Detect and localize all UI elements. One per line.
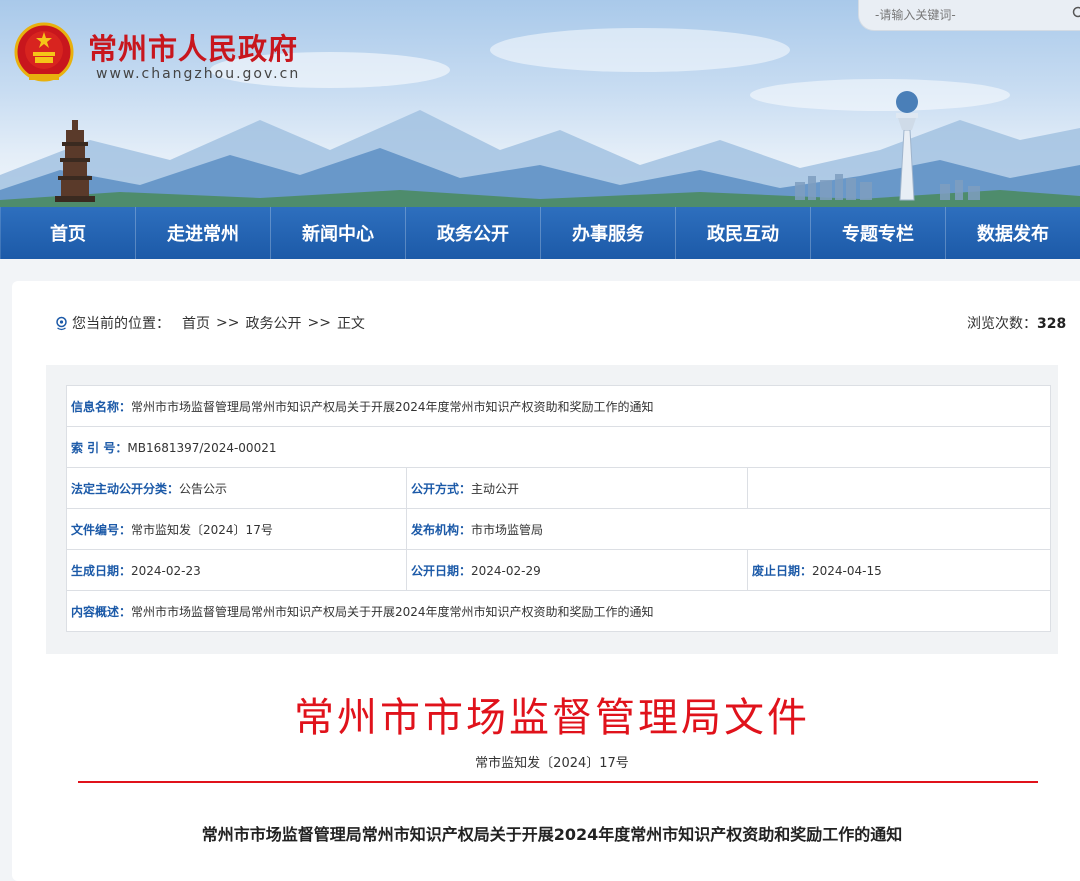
breadcrumb-current: 正文 <box>337 313 365 333</box>
table-row: 内容概述：常州市市场监督管理局常州市知识产权局关于开展2024年度常州市知识产权… <box>67 591 1051 632</box>
info-empty-cell <box>748 468 1051 509</box>
nav-item-gov-affairs[interactable]: 政务公开 <box>405 207 540 259</box>
info-panel: 信息名称：常州市市场监督管理局常州市知识产权局关于开展2024年度常州市知识产权… <box>46 365 1058 654</box>
info-name-value: 常州市市场监督管理局常州市知识产权局关于开展2024年度常州市知识产权资助和奖励… <box>131 400 654 414</box>
view-count-value: 328 <box>1037 316 1066 332</box>
info-summary-cell: 内容概述：常州市市场监督管理局常州市知识产权局关于开展2024年度常州市知识产权… <box>67 591 1051 632</box>
table-row: 索 引 号：MB1681397/2024-00021 <box>67 427 1051 468</box>
info-table: 信息名称：常州市市场监督管理局常州市知识产权局关于开展2024年度常州市知识产权… <box>66 385 1051 632</box>
content-card: 您当前的位置： 首页 >> 政务公开 >> 正文 浏览次数：328 信息名称：常… <box>12 281 1080 881</box>
info-category-cell: 法定主动公开分类：公告公示 <box>67 468 407 509</box>
info-published-value: 2024-02-29 <box>471 564 541 578</box>
nav-item-services[interactable]: 办事服务 <box>540 207 675 259</box>
info-docno-value: 常市监知发〔2024〕17号 <box>131 523 273 537</box>
search-input[interactable] <box>873 4 1047 26</box>
breadcrumb-prefix: 您当前的位置： <box>72 313 170 333</box>
info-publisher-value: 市市场监管局 <box>471 523 543 537</box>
nav-item-about[interactable]: 走进常州 <box>135 207 270 259</box>
location-pin-icon <box>54 316 69 331</box>
view-count-label: 浏览次数： <box>967 316 1037 332</box>
pagoda-illustration <box>55 120 95 202</box>
table-row: 生成日期：2024-02-23 公开日期：2024-02-29 废止日期：202… <box>67 550 1051 591</box>
info-name-label: 信息名称： <box>71 400 131 414</box>
breadcrumb-gov-affairs[interactable]: 政务公开 <box>245 313 301 333</box>
document-title: 常州市市场监督管理局常州市知识产权局关于开展2024年度常州市知识产权资助和奖励… <box>12 821 1080 845</box>
info-expire-cell: 废止日期：2024-04-15 <box>748 550 1051 591</box>
nav-item-news[interactable]: 新闻中心 <box>270 207 405 259</box>
nav-item-topics[interactable]: 专题专栏 <box>810 207 945 259</box>
info-summary-label: 内容概述： <box>71 605 131 619</box>
search-box <box>858 0 1080 31</box>
info-index-cell: 索 引 号：MB1681397/2024-00021 <box>67 427 1051 468</box>
info-index-value: MB1681397/2024-00021 <box>127 441 276 455</box>
info-expire-label: 废止日期： <box>752 564 812 578</box>
search-icon[interactable] <box>1072 6 1080 20</box>
info-name-cell: 信息名称：常州市市场监督管理局常州市知识产权局关于开展2024年度常州市知识产权… <box>67 386 1051 427</box>
breadcrumb-separator: >> <box>216 315 239 331</box>
table-row: 文件编号：常市监知发〔2024〕17号 发布机构：市市场监管局 <box>67 509 1051 550</box>
info-created-label: 生成日期： <box>71 564 131 578</box>
info-category-label: 法定主动公开分类： <box>71 482 179 496</box>
info-index-label: 索 引 号： <box>71 441 127 455</box>
info-created-value: 2024-02-23 <box>131 564 201 578</box>
info-method-value: 主动公开 <box>471 482 519 496</box>
nav-item-data[interactable]: 数据发布 <box>945 207 1080 259</box>
document-number: 常市监知发〔2024〕17号 <box>12 752 1080 771</box>
info-docno-cell: 文件编号：常市监知发〔2024〕17号 <box>67 509 407 550</box>
breadcrumb: 您当前的位置： 首页 >> 政务公开 >> 正文 <box>54 313 365 333</box>
national-emblem-icon <box>14 22 74 84</box>
info-summary-value: 常州市市场监督管理局常州市知识产权局关于开展2024年度常州市知识产权资助和奖励… <box>131 605 654 619</box>
view-count: 浏览次数：328 <box>967 313 1066 333</box>
info-published-label: 公开日期： <box>411 564 471 578</box>
main-nav: 首页 走进常州 新闻中心 政务公开 办事服务 政民互动 专题专栏 数据发布 <box>0 207 1080 259</box>
nav-item-interaction[interactable]: 政民互动 <box>675 207 810 259</box>
nav-item-home[interactable]: 首页 <box>0 207 135 259</box>
info-method-cell: 公开方式：主动公开 <box>407 468 748 509</box>
header-banner: 常州市人民政府 www.changzhou.gov.cn <box>0 0 1080 207</box>
document-org-header: 常州市市场监督管理局文件 <box>12 685 1080 743</box>
table-row: 信息名称：常州市市场监督管理局常州市知识产权局关于开展2024年度常州市知识产权… <box>67 386 1051 427</box>
info-category-value: 公告公示 <box>179 482 227 496</box>
breadcrumb-separator: >> <box>307 315 330 331</box>
table-row: 法定主动公开分类：公告公示 公开方式：主动公开 <box>67 468 1051 509</box>
info-created-cell: 生成日期：2024-02-23 <box>67 550 407 591</box>
info-docno-label: 文件编号： <box>71 523 131 537</box>
info-publisher-label: 发布机构： <box>411 523 471 537</box>
breadcrumb-home[interactable]: 首页 <box>182 313 210 333</box>
info-expire-value: 2024-04-15 <box>812 564 882 578</box>
site-url: www.changzhou.gov.cn <box>96 66 300 82</box>
red-divider <box>78 781 1038 783</box>
info-publisher-cell: 发布机构：市市场监管局 <box>407 509 1051 550</box>
info-method-label: 公开方式： <box>411 482 471 496</box>
site-title[interactable]: 常州市人民政府 <box>88 26 298 68</box>
info-published-cell: 公开日期：2024-02-29 <box>407 550 748 591</box>
